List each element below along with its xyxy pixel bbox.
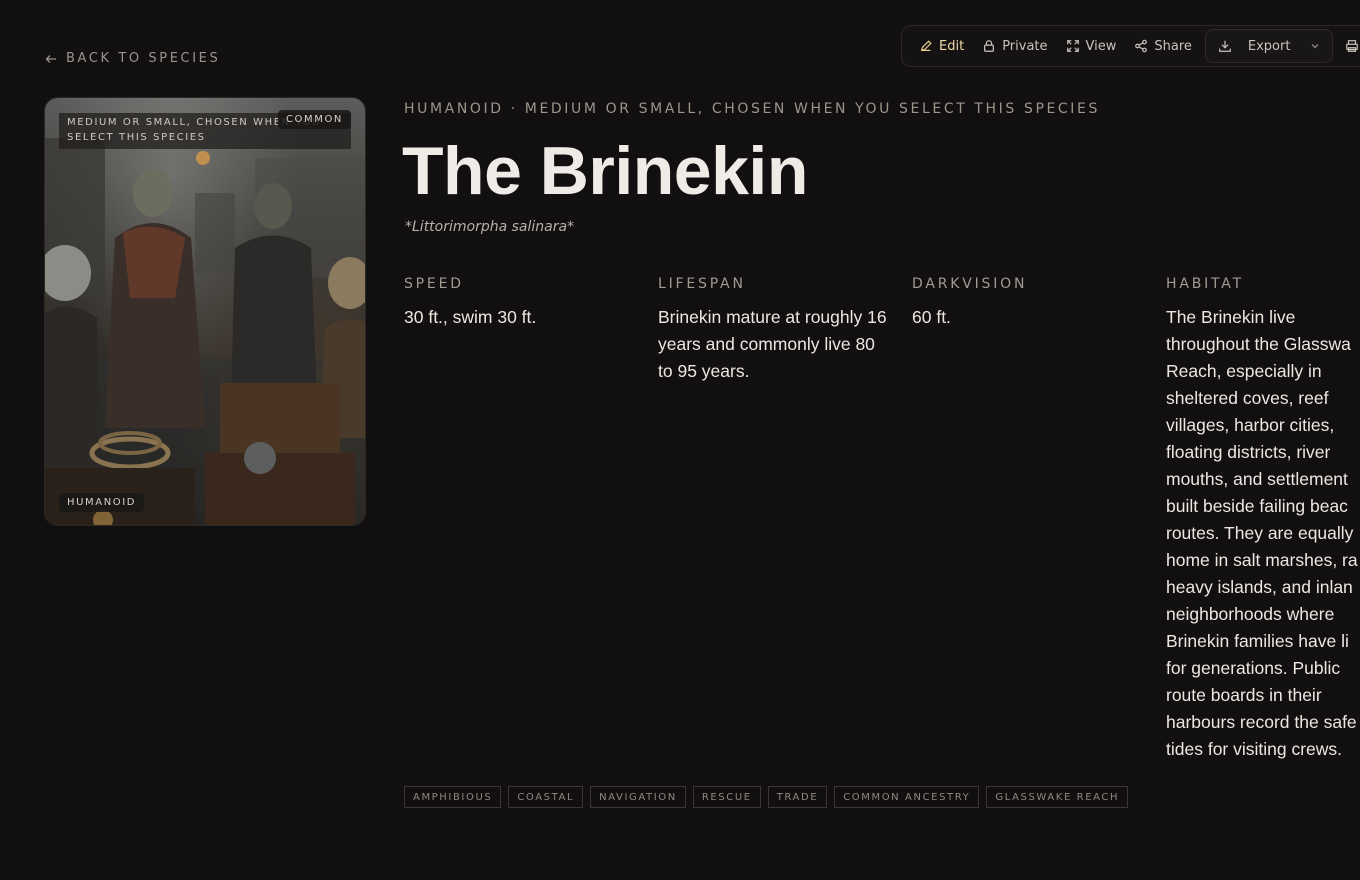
card-rarity-badge: COMMON [277, 110, 351, 129]
edit-button[interactable]: Edit [910, 31, 973, 61]
share-button[interactable]: Share [1125, 31, 1201, 61]
stat-value: Brinekin mature at roughly 16 years and … [658, 307, 887, 381]
edit-label: Edit [939, 38, 965, 54]
private-button[interactable]: Private [973, 31, 1056, 61]
tag-item[interactable]: TRADE [767, 786, 828, 808]
back-link-label: BACK TO SPECIES [66, 51, 221, 66]
scientific-name: *Littorimorpha salinara* [405, 219, 575, 235]
stat-label: SPEED [404, 276, 464, 292]
stat-value: The Brinekin live throughout the Glasswa… [1166, 307, 1358, 759]
share-label: Share [1154, 38, 1192, 54]
view-label: View [1085, 38, 1117, 54]
card-type-badge: HUMANOID [59, 493, 145, 512]
tag-item[interactable]: NAVIGATION [590, 786, 686, 808]
pencil-icon [920, 40, 932, 52]
stat-speed: SPEED 30 ft., swim 30 ft. [404, 276, 640, 331]
tag-item[interactable]: AMPHIBIOUS [404, 786, 502, 808]
print-button[interactable] [1339, 31, 1359, 61]
species-kicker: HUMANOID · MEDIUM OR SMALL, CHOSEN WHEN … [404, 101, 1100, 117]
tag-item[interactable]: RESCUE [692, 786, 761, 808]
page-toolbar: Edit Private View Share Export [901, 25, 1360, 67]
share-icon [1135, 39, 1148, 53]
stat-darkvision: DARKVISION 60 ft. [912, 276, 1148, 331]
back-to-species-link[interactable]: BACK TO SPECIES [45, 51, 220, 66]
printer-icon [1346, 40, 1359, 52]
stat-lifespan: LIFESPAN Brinekin mature at roughly 16 y… [658, 276, 890, 385]
stat-value: 30 ft., swim 30 ft. [404, 307, 537, 327]
stat-value: 60 ft. [912, 307, 951, 327]
species-title: The Brinekin [402, 133, 808, 209]
chevron-down-icon [1311, 44, 1319, 49]
stat-habitat: HABITAT The Brinekin live throughout the… [1166, 276, 1360, 763]
species-illustration [45, 138, 365, 525]
tag-item[interactable]: GLASSWAKE REACH [986, 786, 1129, 808]
tag-list: AMPHIBIOUS COASTAL NAVIGATION RESCUE TRA… [404, 786, 1129, 808]
tag-item[interactable]: COMMON ANCESTRY [834, 786, 980, 808]
stat-label: HABITAT [1166, 276, 1244, 292]
tag-item[interactable]: COASTAL [508, 786, 584, 808]
expand-icon [1066, 40, 1079, 52]
export-dropdown[interactable]: Export [1204, 29, 1334, 63]
species-image-card[interactable]: MEDIUM OR SMALL, CHOSEN WHEN YOU SELECT … [44, 97, 366, 526]
stat-label: LIFESPAN [658, 276, 746, 292]
export-label: Export [1247, 38, 1291, 54]
arrow-left-icon [45, 54, 56, 63]
download-icon [1219, 40, 1231, 52]
lock-icon [984, 40, 995, 52]
view-button[interactable]: View [1057, 31, 1126, 61]
stat-label: DARKVISION [912, 276, 1028, 292]
private-label: Private [1002, 38, 1048, 54]
